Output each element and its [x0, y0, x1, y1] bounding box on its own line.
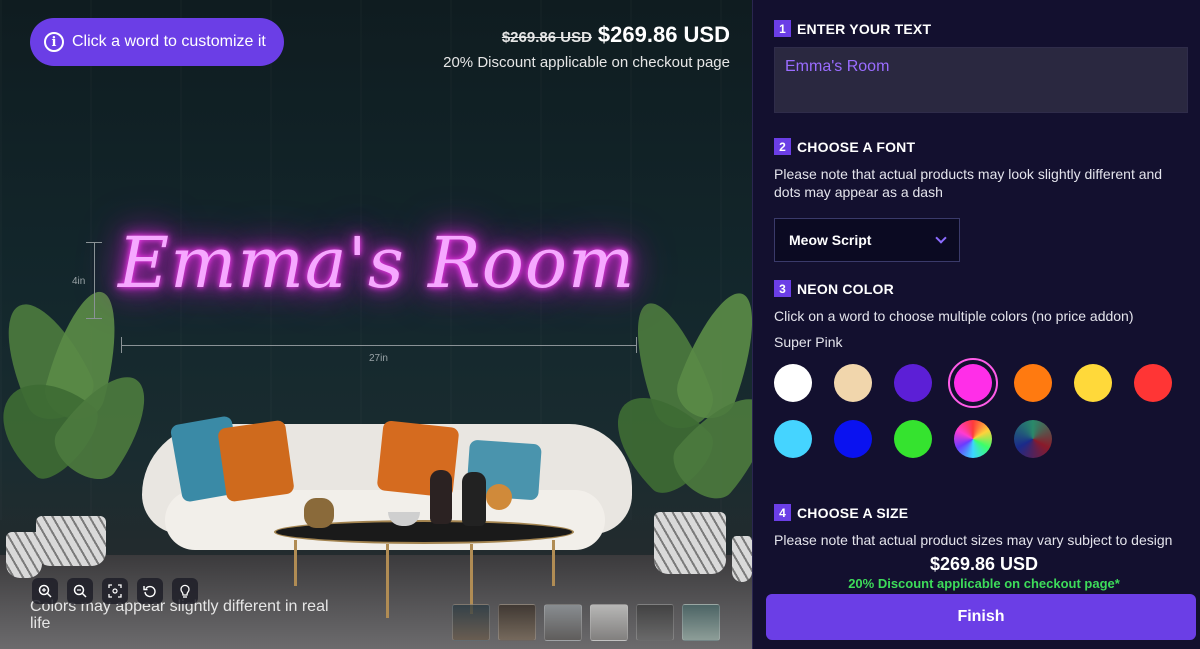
selected-font-label: Meow Script — [789, 232, 872, 248]
selected-color-name: Super Pink — [774, 334, 843, 350]
footer-total-price: $269.86 USD — [929, 554, 1039, 574]
vase — [430, 470, 452, 524]
color-swatch[interactable] — [774, 364, 812, 402]
left-pot — [36, 516, 106, 566]
color-swatch[interactable] — [894, 364, 932, 402]
width-guide — [121, 345, 637, 346]
color-swatch[interactable] — [1074, 364, 1112, 402]
room-thumbnail[interactable] — [590, 604, 628, 641]
table-leg — [294, 540, 297, 586]
zoom-in-icon[interactable] — [32, 578, 58, 604]
font-select[interactable]: Meow Script — [774, 218, 960, 262]
step-size-heading: 4 CHOOSE A SIZE — [774, 504, 1188, 521]
step-size: 4 CHOOSE A SIZE Please note that actual … — [774, 504, 1188, 548]
step-text: 1 ENTER YOUR TEXT Emma's Room — [774, 20, 1188, 118]
step-title: CHOOSE A SIZE — [797, 504, 909, 521]
lightbulb-icon[interactable] — [172, 578, 198, 604]
step-title: CHOOSE A FONT — [797, 138, 916, 155]
color-swatch[interactable] — [1134, 364, 1172, 402]
neon-sign-text[interactable]: Emma's Room — [118, 222, 638, 304]
step-title: NEON COLOR — [797, 280, 894, 297]
width-guide-cap — [121, 337, 122, 353]
footer-discount: 20% Discount applicable on checkout page… — [848, 576, 1120, 591]
room-thumbnail[interactable] — [636, 604, 674, 641]
width-label: 27in — [369, 353, 388, 364]
pillow-orange — [217, 419, 295, 503]
customize-hint-label: Click a word to customize it — [72, 33, 266, 50]
step-text-heading: 1 ENTER YOUR TEXT — [774, 20, 1188, 37]
decor-sculpture — [304, 498, 334, 528]
left-small-pot — [6, 532, 42, 578]
neon-preview: Emma's Room 4in 27in i Click a word to c… — [0, 0, 752, 649]
color-swatch[interactable] — [774, 420, 812, 458]
table-leg — [552, 540, 555, 586]
font-note: Please note that actual products may loo… — [774, 166, 1163, 200]
step-color-heading: 3 NEON COLOR — [774, 280, 1194, 297]
width-guide-cap — [636, 337, 637, 353]
height-guide-cap — [86, 242, 102, 243]
room-thumbnails — [452, 604, 720, 641]
room-thumbnail[interactable] — [498, 604, 536, 641]
current-price: $269.86 USD — [597, 22, 730, 47]
customize-hint-button[interactable]: i Click a word to customize it — [30, 18, 284, 66]
room-thumbnail[interactable] — [452, 604, 490, 641]
step-color: 3 NEON COLOR Click on a word to choose m… — [774, 280, 1194, 458]
vase — [462, 472, 486, 526]
chevron-down-icon — [935, 232, 947, 244]
color-swatch[interactable] — [954, 420, 992, 458]
footer-price: $269.86 USD 20% Discount applicable on c… — [752, 554, 1200, 591]
color-note: Click on a word to choose multiple color… — [774, 308, 1134, 324]
original-price: $269.86 USD — [501, 29, 592, 46]
decor-ball — [486, 484, 512, 510]
color-swatch[interactable] — [834, 364, 872, 402]
step-font: 2 CHOOSE A FONT Please note that actual … — [774, 138, 1188, 262]
room-thumbnail[interactable] — [544, 604, 582, 641]
fit-screen-icon[interactable] — [102, 578, 128, 604]
step-font-heading: 2 CHOOSE A FONT — [774, 138, 1188, 155]
table-leg — [386, 544, 389, 618]
info-icon: i — [44, 32, 64, 52]
room-thumbnail[interactable] — [682, 604, 720, 641]
step-number: 2 — [774, 138, 791, 155]
height-label: 4in — [72, 276, 86, 287]
size-note: Please note that actual product sizes ma… — [774, 532, 1173, 548]
preview-toolbar — [32, 578, 198, 604]
color-swatch[interactable] — [1014, 420, 1052, 458]
step-number: 1 — [774, 20, 791, 37]
zoom-out-icon[interactable] — [67, 578, 93, 604]
discount-note: 20% Discount applicable on checkout page — [443, 54, 730, 71]
right-pot — [654, 512, 726, 574]
options-scroll-area[interactable]: 1 ENTER YOUR TEXT Emma's Room 2 CHOOSE A… — [774, 0, 1194, 548]
color-swatches — [774, 358, 1194, 458]
height-guide — [94, 242, 95, 318]
neon-text-input[interactable]: Emma's Room — [774, 47, 1188, 113]
customization-panel: 1 ENTER YOUR TEXT Emma's Room 2 CHOOSE A… — [752, 0, 1200, 649]
right-small-pot — [732, 536, 752, 582]
step-number: 4 — [774, 504, 791, 521]
price-block: $269.86 USD $269.86 USD 20% Discount app… — [443, 22, 730, 71]
color-swatch[interactable] — [894, 420, 932, 458]
step-number: 3 — [774, 280, 791, 297]
color-swatch[interactable] — [834, 420, 872, 458]
finish-button[interactable]: Finish — [766, 594, 1196, 640]
height-guide-cap — [86, 318, 102, 319]
step-title: ENTER YOUR TEXT — [797, 20, 932, 37]
color-swatch[interactable] — [1014, 364, 1052, 402]
color-swatch[interactable] — [948, 358, 998, 408]
reset-icon[interactable] — [137, 578, 163, 604]
